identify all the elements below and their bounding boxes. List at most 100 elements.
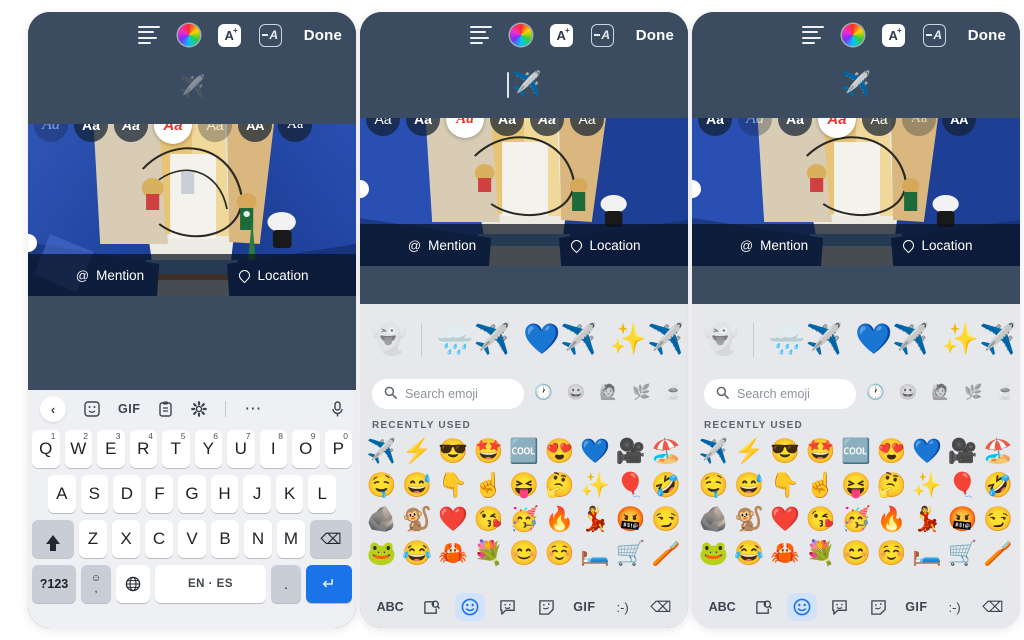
mention-button[interactable]: @ Mention: [360, 238, 524, 253]
emoji-item[interactable]: ⚡: [400, 435, 436, 469]
gif-tab-button[interactable]: GIF: [569, 593, 599, 621]
location-button[interactable]: Location: [192, 267, 356, 283]
backspace-button[interactable]: ⌫: [646, 593, 676, 621]
style-chip[interactable]: Aa: [34, 124, 68, 142]
emoji-tab-icon[interactable]: [786, 593, 817, 621]
text-background-icon[interactable]: A: [590, 23, 614, 47]
key-k[interactable]: K: [275, 475, 304, 513]
emoji-item[interactable]: 🛏️: [577, 537, 613, 571]
clipboard-icon[interactable]: [158, 401, 173, 417]
emoji-item[interactable]: ✈️: [364, 435, 400, 469]
text-align-icon[interactable]: [469, 26, 492, 44]
style-chip[interactable]: Aa: [490, 118, 524, 136]
settings-gear-icon[interactable]: [191, 401, 208, 417]
emoji-item[interactable]: 💙: [577, 435, 613, 469]
text-style-picker-2[interactable]: Aa Aa Aa Aa Aa Aa: [360, 118, 688, 138]
emoji-item[interactable]: 🪥: [648, 537, 684, 571]
emoji-item[interactable]: 😎: [767, 435, 803, 469]
style-chip[interactable]: Aa: [570, 118, 604, 136]
text-background-icon[interactable]: A: [922, 23, 946, 47]
gif-icon[interactable]: GIF: [118, 402, 140, 416]
emoji-item[interactable]: 💃: [909, 503, 945, 537]
emoji-item[interactable]: 🏖️: [980, 435, 1016, 469]
text-align-icon[interactable]: [801, 26, 824, 44]
key-n[interactable]: N: [244, 520, 272, 558]
style-chip[interactable]: Aa: [198, 124, 232, 142]
emoji-item[interactable]: ☝️: [471, 469, 507, 503]
animals-nature-icon[interactable]: 🌿: [632, 383, 651, 406]
custom-sticker-icon[interactable]: [863, 593, 893, 621]
text-align-icon[interactable]: [137, 26, 160, 44]
emoji-item[interactable]: 💐: [803, 537, 839, 571]
emoji-item[interactable]: 😎: [435, 435, 471, 469]
key-a[interactable]: A: [47, 475, 76, 513]
style-chip[interactable]: Aa: [862, 118, 896, 136]
search-emoji-input[interactable]: Search emoji: [704, 379, 856, 409]
style-chip[interactable]: Aa: [74, 124, 108, 142]
emoticon-tab-button[interactable]: :-): [940, 593, 970, 621]
key-s[interactable]: S: [80, 475, 109, 513]
style-chip[interactable]: Aa: [406, 118, 440, 136]
style-chip[interactable]: Aa: [902, 118, 936, 136]
key-d[interactable]: D: [113, 475, 141, 513]
emoji-item[interactable]: 😝: [506, 469, 542, 503]
emoji-item[interactable]: 😊: [838, 537, 874, 571]
sticker-icon[interactable]: [84, 401, 100, 417]
custom-sticker-icon[interactable]: [531, 593, 561, 621]
emoji-suggestion[interactable]: 🌧️✈️: [768, 325, 843, 355]
abc-keyboard-button[interactable]: ABC: [372, 593, 408, 621]
period-key[interactable]: .: [271, 565, 301, 603]
text-effect-icon[interactable]: A +: [549, 23, 573, 47]
emoji-item[interactable]: 😂: [400, 537, 436, 571]
emoji-item[interactable]: ☺️: [542, 537, 578, 571]
key-y[interactable]: 6Y: [194, 430, 222, 468]
style-chip[interactable]: Aa: [698, 118, 732, 136]
emoji-item[interactable]: 🪥: [980, 537, 1016, 571]
emoji-item[interactable]: 😅: [732, 469, 768, 503]
emoji-item[interactable]: 🥳: [838, 503, 874, 537]
emoji-item[interactable]: 💐: [471, 537, 507, 571]
emoji-item[interactable]: 🤣: [980, 469, 1016, 503]
style-chip-selected[interactable]: Aa: [154, 124, 192, 144]
emoji-item[interactable]: 🤤: [364, 469, 400, 503]
emoji-item[interactable]: 😍: [542, 435, 578, 469]
key-j[interactable]: J: [243, 475, 271, 513]
emoji-item[interactable]: 🐸: [696, 537, 732, 571]
emoji-item[interactable]: 🎈: [945, 469, 981, 503]
gif-tab-button[interactable]: GIF: [901, 593, 931, 621]
sticker-tab-icon[interactable]: [825, 593, 855, 621]
key-p[interactable]: 0P: [324, 430, 352, 468]
color-wheel-icon[interactable]: [177, 24, 200, 46]
text-style-picker-1[interactable]: Aa Aa Aa Aa Aa AA Aa: [28, 124, 356, 144]
emoji-item[interactable]: 💃: [577, 503, 613, 537]
text-layer-3[interactable]: ✈️: [692, 56, 1020, 114]
key-g[interactable]: G: [178, 475, 206, 513]
emoji-item[interactable]: 💙: [909, 435, 945, 469]
emoji-item[interactable]: 🆒: [506, 435, 542, 469]
emoji-item[interactable]: 😊: [506, 537, 542, 571]
text-layer-1[interactable]: ✈️: [28, 56, 356, 118]
key-h[interactable]: H: [210, 475, 239, 513]
emoji-item[interactable]: 🤩: [471, 435, 507, 469]
key-e[interactable]: 3E: [97, 430, 125, 468]
emoji-item[interactable]: 🪨: [364, 503, 400, 537]
emoji-item[interactable]: 🤬: [613, 503, 649, 537]
emoji-item[interactable]: ⚡: [732, 435, 768, 469]
language-globe-key[interactable]: [116, 565, 150, 603]
key-r[interactable]: 4R: [129, 430, 157, 468]
emoji-item[interactable]: 🐒: [400, 503, 436, 537]
key-c[interactable]: C: [145, 520, 173, 558]
more-options-icon[interactable]: ⋯: [244, 399, 261, 419]
shift-key[interactable]: [32, 520, 74, 558]
key-u[interactable]: 7U: [227, 430, 255, 468]
emoji-item[interactable]: 😅: [400, 469, 436, 503]
key-v[interactable]: V: [178, 520, 206, 558]
emoji-item[interactable]: 😝: [838, 469, 874, 503]
emoji-item[interactable]: 🤩: [803, 435, 839, 469]
emoji-item[interactable]: 😏: [648, 503, 684, 537]
emoji-item[interactable]: 🔥: [874, 503, 910, 537]
emoji-item[interactable]: 👇: [767, 469, 803, 503]
style-chip[interactable]: Aa: [738, 118, 772, 136]
emoji-item[interactable]: 🪨: [696, 503, 732, 537]
emoji-item[interactable]: ✨: [909, 469, 945, 503]
